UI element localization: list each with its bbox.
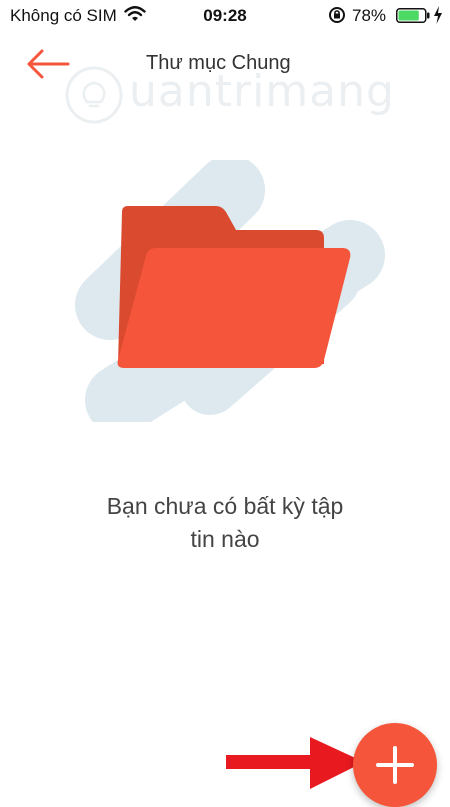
watermark: uantrimang: [63, 64, 395, 134]
charging-bolt-icon: [434, 6, 442, 24]
empty-folder-illustration: [75, 160, 385, 422]
watermark-text: uantrimang: [129, 66, 395, 117]
plus-icon: [376, 746, 414, 784]
status-bar: Không có SIM 09:28 78%: [0, 0, 450, 30]
battery-icon: [396, 8, 430, 23]
add-file-button[interactable]: [353, 723, 437, 807]
empty-message-line1: Bạn chưa có bất kỳ tập: [106, 493, 344, 519]
battery-percent: 78%: [352, 6, 387, 25]
bulb-logo-icon: [65, 66, 123, 124]
pointer-arrow-icon: [226, 737, 364, 789]
empty-state-message: Bạn chưa có bất kỳ tập tin nào: [60, 490, 390, 556]
rotation-lock-icon: [329, 7, 345, 23]
folder-icon: [117, 206, 351, 368]
empty-message-line2: tin nào: [190, 526, 260, 552]
